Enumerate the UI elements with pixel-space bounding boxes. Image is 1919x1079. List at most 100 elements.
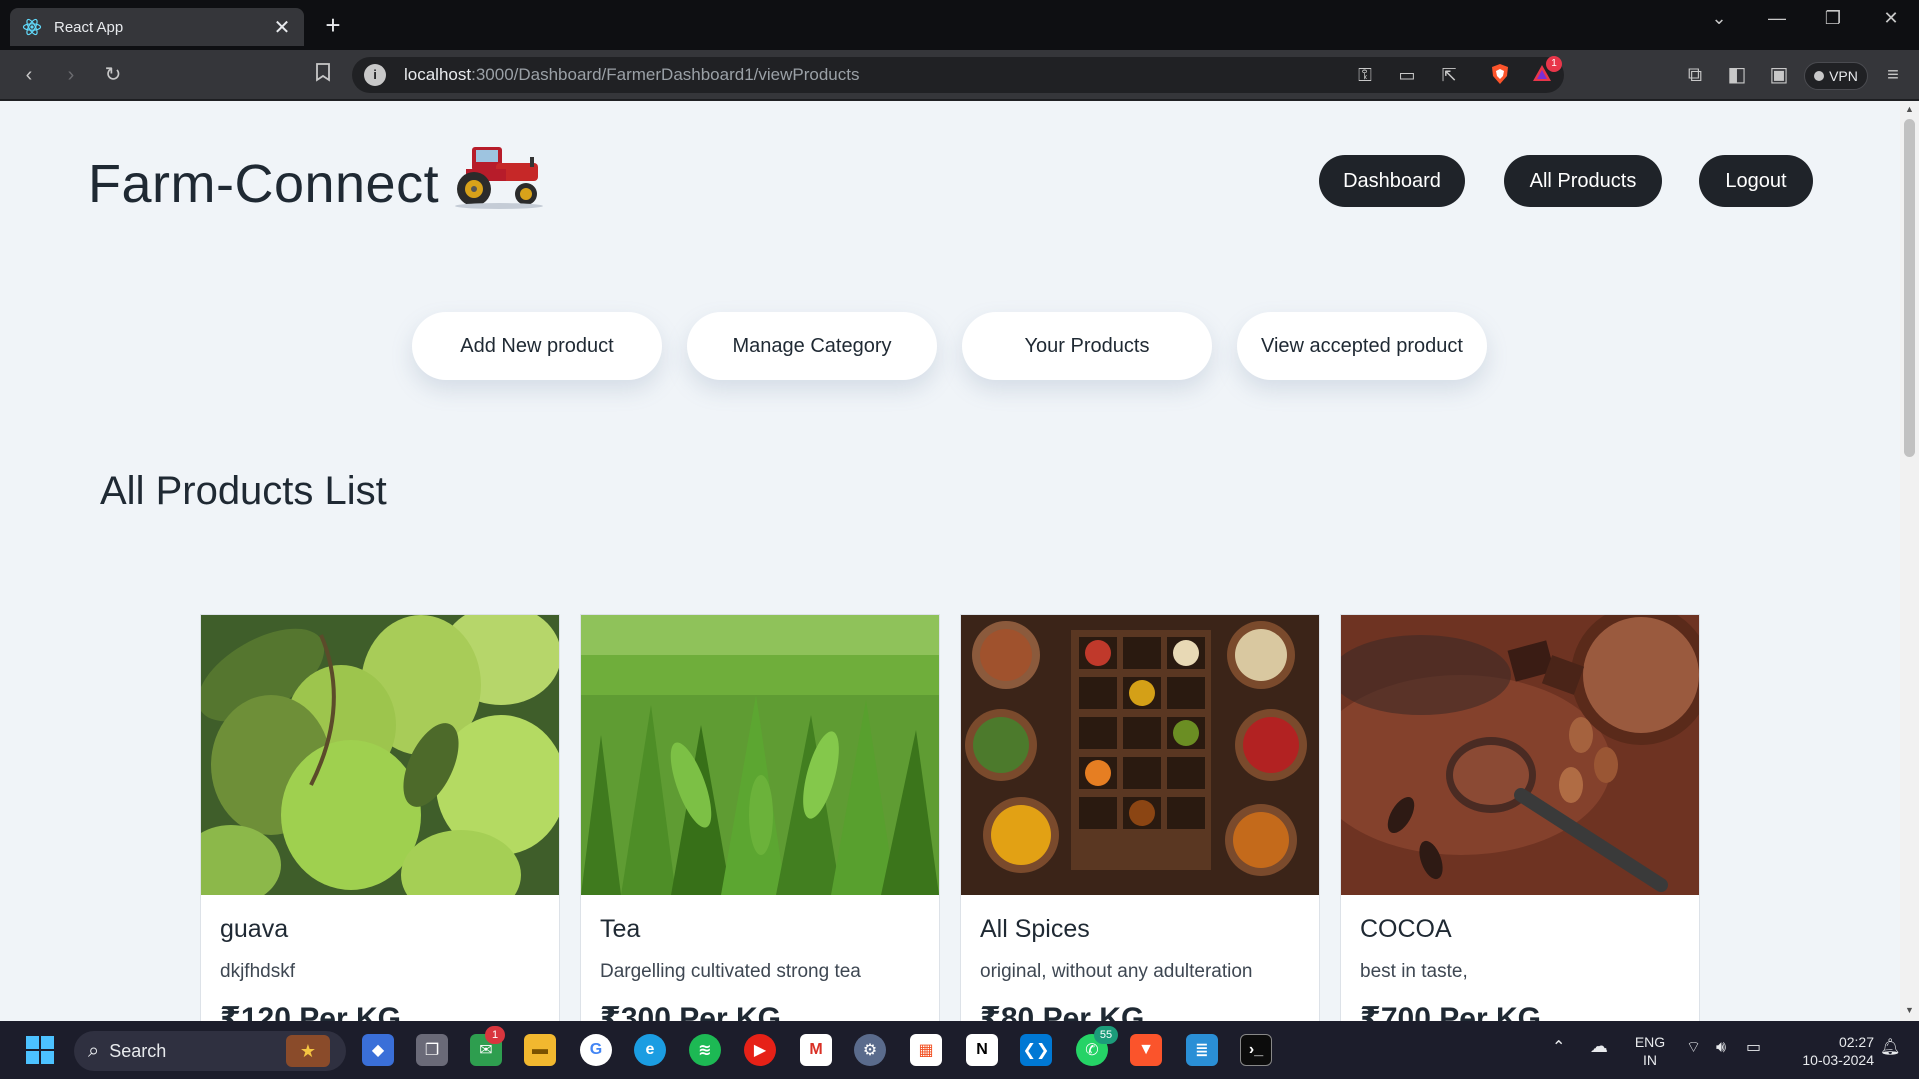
browser-tab[interactable]: React App ✕ (10, 8, 304, 46)
brand-title: Farm-Connect (88, 154, 440, 214)
page-content: Farm-Connect Dashboard All Products Logo… (0, 101, 1900, 1021)
cocoa-image (1341, 615, 1699, 895)
minimize-icon[interactable]: — (1762, 8, 1792, 29)
reload-icon[interactable]: ↻ (100, 62, 126, 88)
scroll-up-icon[interactable]: ▲ (1904, 104, 1915, 114)
tray-overflow-icon[interactable]: ⌃ (1552, 1039, 1565, 1057)
search-icon: ⌕ (88, 1039, 100, 1062)
tab-search-icon[interactable]: ⌄ (1704, 8, 1734, 29)
product-description: Dargelling cultivated strong tea (600, 961, 861, 982)
product-card-guava[interactable]: guava dkjfhdskf ₹120 Per KG (200, 614, 560, 1021)
new-tab-button[interactable]: + (318, 10, 348, 40)
windows-taskbar: ⌕ Search ★ ◆ ❐ ✉ 1 ▬ G e ≋ ▶ M ⚙ ▦ N ❮❯ … (0, 1021, 1919, 1079)
brave-browser-icon[interactable]: ▼ (1130, 1034, 1162, 1066)
notification-badge: 1 (485, 1026, 505, 1044)
share-icon[interactable]: ⇱ (1437, 63, 1461, 87)
taskbar-search-box[interactable]: ⌕ Search ★ (74, 1031, 346, 1071)
product-price: ₹80 Per KG (980, 1002, 1145, 1021)
rewards-badge: 1 (1546, 56, 1562, 72)
search-highlight-icon: ★ (286, 1035, 330, 1067)
menu-icon[interactable]: ≡ (1880, 62, 1906, 88)
nav-all-products-button[interactable]: All Products (1504, 155, 1662, 207)
scroll-down-icon[interactable]: ▼ (1904, 1005, 1915, 1015)
clock-date: 10-03-2024 (1802, 1052, 1874, 1068)
clock[interactable]: 02:27 10-03-2024 (1782, 1033, 1874, 1069)
file-explorer-icon[interactable]: ▬ (524, 1034, 556, 1066)
region-code: IN (1643, 1052, 1657, 1068)
react-icon (22, 18, 42, 36)
vscode-icon[interactable]: ❮❯ (1020, 1034, 1052, 1066)
spotify-icon[interactable]: ≋ (689, 1034, 721, 1066)
page-scrollbar[interactable]: ▲ ▼ (1900, 101, 1919, 1021)
extensions-icon[interactable]: ⧉ (1682, 62, 1708, 88)
product-description: dkjfhdskf (220, 961, 295, 982)
battery-icon[interactable]: ▭ (1746, 1039, 1761, 1057)
brave-shield-icon[interactable] (1488, 63, 1512, 87)
product-name: COCOA (1360, 915, 1452, 943)
browser-tab-bar: React App ✕ + ⌄ — ❐ ✕ (0, 0, 1919, 50)
search-placeholder: Search (109, 1040, 167, 1061)
nav-logout-button[interactable]: Logout (1699, 155, 1813, 207)
product-name: guava (220, 915, 289, 943)
vpn-status-icon (1814, 71, 1825, 81)
manage-category-button[interactable]: Manage Category (687, 312, 937, 380)
whatsapp-badge: 55 (1094, 1026, 1118, 1044)
view-accepted-product-button[interactable]: View accepted product (1237, 312, 1487, 380)
vpn-button[interactable]: VPN (1804, 62, 1868, 90)
add-new-product-button[interactable]: Add New product (412, 312, 662, 380)
close-tab-icon[interactable]: ✕ (272, 15, 292, 40)
tractor-logo-icon (455, 147, 543, 209)
notifications-bell-icon[interactable]: 🔔︎ (1880, 1039, 1900, 1057)
bookmark-icon[interactable] (310, 62, 336, 88)
google-chrome-icon[interactable]: G (580, 1034, 612, 1066)
your-products-button[interactable]: Your Products (962, 312, 1212, 380)
product-description: original, without any adulteration (980, 961, 1253, 982)
site-info-icon[interactable]: i (364, 64, 386, 86)
language-indicator[interactable]: ENG IN (1630, 1033, 1670, 1069)
product-price: ₹120 Per KG (220, 1002, 401, 1021)
address-bar[interactable]: i localhost:3000/Dashboard/FarmerDashboa… (352, 56, 1564, 93)
spices-image (961, 615, 1319, 895)
scrollbar-thumb[interactable] (1904, 119, 1915, 457)
onedrive-icon[interactable]: ☁ (1590, 1037, 1608, 1055)
back-icon[interactable]: ‹ (16, 62, 42, 88)
product-name: All Spices (980, 915, 1090, 943)
sidebar-icon[interactable]: ◧ (1724, 62, 1750, 88)
edge-icon[interactable]: e (634, 1034, 666, 1066)
terminal-icon[interactable]: ›_ (1240, 1034, 1272, 1066)
nav-dashboard-button[interactable]: Dashboard (1319, 155, 1465, 207)
product-name: Tea (600, 915, 641, 943)
notion-icon[interactable]: N (966, 1034, 998, 1066)
wifi-icon[interactable]: ⌔ (1686, 1039, 1701, 1057)
tab-title: React App (54, 18, 124, 36)
microsoft-store-icon[interactable]: ▦ (910, 1034, 942, 1066)
youtube-music-icon[interactable]: ▶ (744, 1034, 776, 1066)
tea-image (581, 615, 939, 895)
windows-start-icon[interactable] (24, 1034, 56, 1066)
clock-time: 02:27 (1838, 1034, 1874, 1050)
window-close-icon[interactable]: ✕ (1876, 8, 1906, 29)
product-card-tea[interactable]: Tea Dargelling cultivated strong tea ₹30… (580, 614, 940, 1021)
url-path: :3000/Dashboard/FarmerDashboard1/viewPro… (471, 65, 860, 84)
browser-toolbar: ‹ › ↻ i localhost:3000/Dashboard/FarmerD… (0, 50, 1919, 100)
gmail-icon[interactable]: M (800, 1034, 832, 1066)
forward-icon[interactable]: › (58, 62, 84, 88)
task-view-icon[interactable]: ❐ (416, 1034, 448, 1066)
product-card-cocoa[interactable]: COCOA best in taste, ₹700 Per KG (1340, 614, 1700, 1021)
url-host: localhost (404, 65, 472, 84)
guava-image (201, 615, 559, 895)
product-price: ₹700 Per KG (1360, 1002, 1541, 1021)
copilot-icon[interactable]: ◆ (362, 1034, 394, 1066)
key-icon[interactable]: ⚿ (1353, 63, 1377, 87)
restore-icon[interactable]: ❐ (1818, 8, 1848, 29)
vpn-label: VPN (1829, 68, 1858, 84)
cast-icon[interactable]: ▭ (1395, 63, 1419, 87)
product-card-all-spices[interactable]: All Spices original, without any adulter… (960, 614, 1320, 1021)
notepad-icon[interactable]: ≣ (1186, 1034, 1218, 1066)
wallet-icon[interactable]: ▣ (1766, 62, 1792, 88)
language-code: ENG (1634, 1034, 1666, 1050)
product-price: ₹300 Per KG (600, 1002, 781, 1021)
section-title: All Products List (100, 469, 387, 513)
volume-icon[interactable]: 🔊︎ (1716, 1039, 1726, 1057)
settings-gear-icon[interactable]: ⚙ (854, 1034, 886, 1066)
